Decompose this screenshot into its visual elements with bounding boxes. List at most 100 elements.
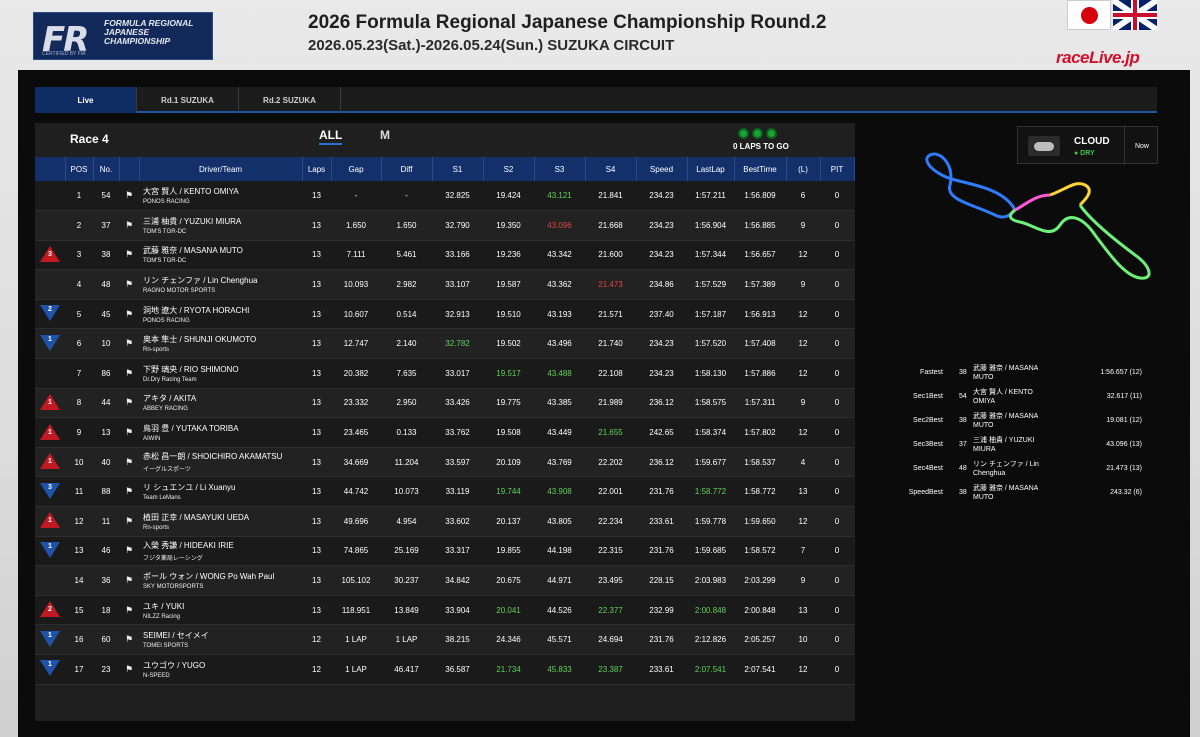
- table-row[interactable]: 1 6 10 ⚑ 奥本 隼士 / SHUNJI OKUMOTO Rn-sports 13 12…: [35, 328, 854, 360]
- table-row[interactable]: 2 37 ⚑ 三浦 柚貴 / YUZUKI MIURA TOM'S TGR-DC 13 1.…: [35, 210, 854, 241]
- car-number-cell: 54: [93, 181, 119, 212]
- car-number-cell: 40: [93, 447, 119, 478]
- best-driver: 三浦 柚貴 / YUZUKI MIURA: [973, 437, 1035, 453]
- s3-cell: 43.362: [534, 269, 585, 300]
- filter-m-button[interactable]: M: [380, 128, 390, 142]
- table-row[interactable]: 1 16 60 ⚑ SEIMEI / セイメイ TOMEI SPORTS 12 1 LAP 1 …: [35, 624, 854, 655]
- best-car-number: 37: [959, 441, 967, 448]
- english-flag-icon[interactable]: [1113, 0, 1157, 30]
- s1-cell: 32.825: [432, 181, 483, 212]
- table-row[interactable]: 1 9 13 ⚑ 鳥羽 豊 / YUTAKA TORIBA AIWIN 13 23.465 0.…: [35, 417, 854, 448]
- table-row[interactable]: 3 3 38 ⚑ 武藤 雅奈 / MASANA MUTO TOM'S TGR-DC 13 7.…: [35, 240, 854, 271]
- best-cell: 1:58.772: [734, 476, 786, 508]
- best-cell: 1:58.537: [734, 447, 786, 478]
- last-cell: 1:57.529: [687, 269, 734, 300]
- table-row[interactable]: 1 54 ⚑ 大宮 賢人 / KENTO OMIYA PONOS RACING 13- -3…: [35, 181, 854, 212]
- table-row[interactable]: 7 86 ⚑ 下野 璃央 / RIO SHIMONO Dr.Dry Racing Tea…: [35, 358, 854, 389]
- column-header: Driver/Team: [139, 157, 303, 181]
- position-cell: 2: [65, 210, 93, 241]
- best-driver: 武藤 雅奈 / MASANA MUTO: [973, 365, 1038, 381]
- best-car-number: 38: [959, 369, 967, 376]
- s4-cell: 21.841: [585, 181, 636, 212]
- driver-team-cell: アキタ / AKITA ABBEY RACING: [139, 388, 302, 419]
- best-car-number: 48: [959, 465, 967, 472]
- car-number-cell: 23: [93, 654, 119, 685]
- speed-cell: 234.23: [636, 210, 687, 241]
- position-change-count: 1: [48, 335, 52, 343]
- column-header: Speed: [636, 157, 688, 181]
- series-logo[interactable]: FR FORMULA REGIONAL JAPANESE CHAMPIONSHI…: [33, 12, 213, 60]
- driver-team-cell: 大宮 賢人 / KENTO OMIYA PONOS RACING: [139, 181, 302, 212]
- l-cell: 6: [786, 181, 820, 212]
- team-name: Rn-sports: [143, 347, 170, 354]
- tab-rd1-suzuka[interactable]: Rd.1 SUZUKA: [137, 87, 239, 113]
- table-row[interactable]: 3 11 88 ⚑ リ シュエンユ / Li Xuanyu Team LeMans 13 44…: [35, 476, 854, 508]
- s2-cell: 19.587: [483, 269, 534, 300]
- position-change-count: 3: [48, 483, 52, 491]
- best-cell: 1:57.389: [734, 269, 786, 300]
- table-row[interactable]: 1 8 44 ⚑ アキタ / AKITA ABBEY RACING 13 23.332 2.95…: [35, 388, 854, 419]
- best-car-number: 38: [959, 417, 967, 424]
- table-row[interactable]: 2 15 18 ⚑ ユキ / YUKI NILZZ Racing 13 118.951 13.8…: [35, 595, 854, 626]
- table-row[interactable]: 1 10 40 ⚑ 赤松 昌一朗 / SHOICHIRO AKAMATSU イーグルスポー…: [35, 447, 854, 478]
- s2-cell: 19.517: [483, 358, 534, 389]
- driver-name: 鳥羽 豊 / YUTAKA TORIBA: [143, 424, 239, 434]
- table-row[interactable]: 1 12 11 ⚑ 植田 正幸 / MASAYUKI UEDA Rn-sports 13 49…: [35, 506, 854, 537]
- best-label: Sec3Best: [913, 441, 943, 448]
- position-cell: 17: [65, 654, 93, 685]
- laps-cell: 13: [302, 358, 331, 389]
- driver-team-cell: 奥本 隼士 / SHUNJI OKUMOTO Rn-sports: [139, 328, 302, 360]
- pit-cell: 0: [820, 565, 854, 596]
- driver-name: 奥本 隼士 / SHUNJI OKUMOTO: [143, 335, 257, 345]
- best-driver: 武藤 雅奈 / MASANA MUTO: [973, 485, 1038, 501]
- speed-cell: 236.12: [636, 388, 687, 419]
- position-change-cell: 1: [35, 654, 65, 685]
- filter-all-button[interactable]: ALL: [319, 128, 343, 145]
- column-header: [119, 157, 140, 181]
- best-label: Fastest: [920, 369, 943, 376]
- position-cell: 13: [65, 536, 93, 567]
- s2-cell: 20.109: [483, 447, 534, 478]
- gap-cell: 105.102: [331, 565, 381, 596]
- checkered-flag-icon: ⚑: [119, 328, 139, 360]
- column-header: S2: [483, 157, 535, 181]
- position-change-cell: 1: [35, 624, 65, 655]
- speed-cell: 237.40: [636, 299, 687, 330]
- table-row[interactable]: 1 13 46 ⚑ 入榮 秀謙 / HIDEAKI IRIE フジタ薬局レーシング 13 74…: [35, 536, 854, 567]
- driver-name: 植田 正幸 / MASAYUKI UEDA: [143, 512, 250, 522]
- racelive-logo[interactable]: raceLive.jp: [1056, 48, 1140, 68]
- pit-cell: 0: [820, 388, 854, 419]
- speed-cell: 228.15: [636, 565, 687, 596]
- japanese-flag-icon[interactable]: [1067, 0, 1111, 30]
- table-row[interactable]: 1 17 23 ⚑ ユウゴウ / YUGO N-SPEED 12 1 LAP 46.417 36.…: [35, 654, 854, 685]
- s4-cell: 21.740: [585, 328, 636, 360]
- s2-cell: 19.350: [483, 210, 534, 241]
- position-change-count: 1: [48, 661, 52, 669]
- s3-cell: 43.449: [534, 417, 585, 448]
- pit-cell: 0: [820, 447, 854, 478]
- checkered-flag-icon: ⚑: [119, 506, 139, 537]
- gap-cell: 23.465: [331, 417, 381, 448]
- checkered-flag-icon: ⚑: [119, 417, 139, 448]
- table-row[interactable]: 4 48 ⚑ リン チェンファ / Lin Chenghua RAGNO MOTOR S…: [35, 269, 854, 300]
- driver-team-cell: 三浦 柚貴 / YUZUKI MIURA TOM'S TGR-DC: [139, 210, 302, 241]
- driver-name: 大宮 賢人 / KENTO OMIYA: [143, 187, 239, 197]
- pit-cell: 0: [820, 476, 854, 508]
- checkered-flag-icon: ⚑: [119, 240, 139, 271]
- driver-team-cell: 赤松 昌一朗 / SHOICHIRO AKAMATSU イーグルスポーツ: [139, 447, 302, 478]
- tab-live[interactable]: Live: [35, 87, 137, 113]
- gap-cell: 49.696: [331, 506, 381, 537]
- table-row[interactable]: 14 36 ⚑ ポール ウォン / WONG Po Wah Paul SKY MOTOR…: [35, 565, 854, 596]
- race-status-lights: [738, 128, 783, 140]
- tab-rd2-suzuka[interactable]: Rd.2 SUZUKA: [239, 87, 341, 113]
- pit-cell: 0: [820, 536, 854, 567]
- position-cell: 6: [65, 328, 93, 360]
- checkered-flag-icon: ⚑: [119, 447, 139, 478]
- car-number-cell: 38: [93, 240, 119, 271]
- team-name: Dr.Dry Racing Team: [143, 376, 197, 383]
- table-row[interactable]: 2 5 45 ⚑ 洞地 遼大 / RYOTA HORACHI PONOS RACING 13…: [35, 299, 854, 330]
- car-number-cell: 60: [93, 624, 119, 655]
- s1-cell: 33.597: [432, 447, 483, 478]
- best-value: 19.081 (12): [1106, 417, 1142, 424]
- car-number-cell: 46: [93, 536, 119, 567]
